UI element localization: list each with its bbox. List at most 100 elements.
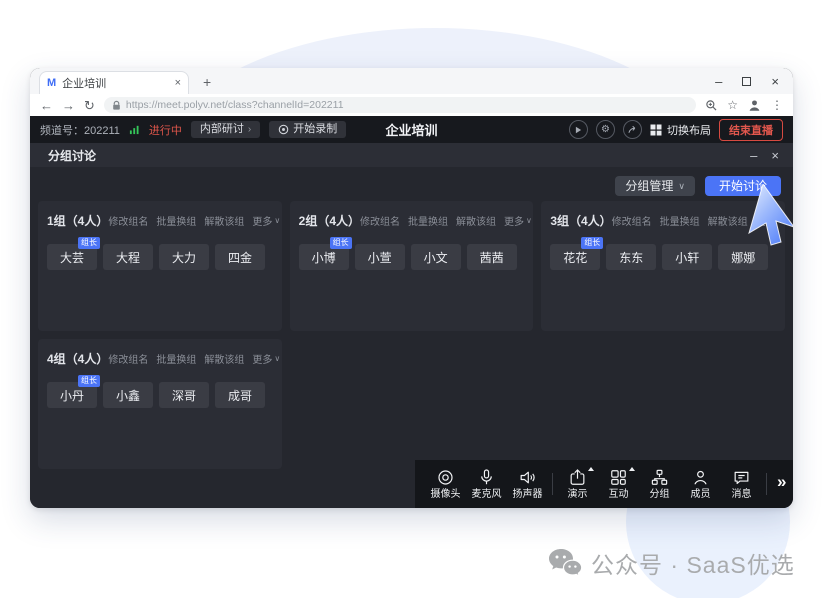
- message-button[interactable]: 消息: [721, 468, 762, 500]
- channel-number: 频道号：202211: [40, 122, 120, 138]
- member-chip[interactable]: 大力: [159, 244, 209, 270]
- member-chip[interactable]: 小鑫: [103, 382, 153, 408]
- leader-badge: 组长: [581, 237, 603, 249]
- disband-group-link[interactable]: 解散该组: [204, 213, 244, 228]
- chevron-down-icon: ∨: [678, 182, 685, 191]
- member-chip[interactable]: 小博组长: [299, 244, 349, 270]
- rename-group-link[interactable]: 修改组名: [108, 351, 148, 366]
- discussion-mode-button[interactable]: 内部研讨›: [191, 121, 260, 138]
- toolbar-divider: [552, 473, 553, 495]
- camera-button[interactable]: 摄像头: [425, 468, 466, 500]
- member-chip[interactable]: 大芸组长: [47, 244, 97, 270]
- interaction-button[interactable]: 互动: [598, 468, 639, 500]
- window-controls: – ×: [715, 74, 779, 89]
- present-icon: [568, 468, 587, 487]
- batch-move-link[interactable]: 批量换组: [660, 213, 700, 228]
- chevron-down-icon: ∨: [274, 216, 280, 225]
- group-manage-button[interactable]: 分组管理∨: [615, 176, 695, 196]
- disband-group-link[interactable]: 解散该组: [204, 351, 244, 366]
- batch-move-link[interactable]: 批量换组: [156, 213, 196, 228]
- member-chip[interactable]: 小萱: [355, 244, 405, 270]
- layout-grid-icon: [650, 124, 662, 136]
- bookmark-star-icon[interactable]: ☆: [727, 98, 738, 112]
- watermark: 公众号 · SaaS优选: [548, 546, 795, 580]
- watermark-text: 公众号 · SaaS优选: [591, 546, 795, 580]
- switch-layout-button[interactable]: 切换布局: [650, 122, 711, 138]
- site-favicon-icon: M: [47, 77, 56, 89]
- rename-group-link[interactable]: 修改组名: [108, 213, 148, 228]
- member-chip[interactable]: 小文: [411, 244, 461, 270]
- speaker-button[interactable]: 扬声器: [507, 468, 548, 500]
- batch-move-link[interactable]: 批量换组: [408, 213, 448, 228]
- member-chip[interactable]: 成哥: [215, 382, 265, 408]
- microphone-button[interactable]: 麦克风: [466, 468, 507, 500]
- reload-icon[interactable]: ↻: [84, 99, 95, 112]
- batch-move-link[interactable]: 批量换组: [156, 351, 196, 366]
- browser-menu-icon[interactable]: ⋮: [771, 98, 783, 112]
- wechat-icon: [548, 548, 582, 578]
- more-link[interactable]: 更多∨: [504, 213, 532, 228]
- disband-group-link[interactable]: 解散该组: [708, 213, 748, 228]
- group-name: 2组（4人）: [299, 212, 360, 229]
- record-icon: [278, 124, 289, 135]
- window-minimize-button[interactable]: –: [715, 74, 722, 89]
- maximize-icon: [742, 77, 751, 86]
- more-link[interactable]: 更多∨: [252, 213, 280, 228]
- tab-title: 企业培训: [62, 75, 168, 91]
- more-link[interactable]: 更多∨: [252, 351, 280, 366]
- members-icon: [691, 468, 710, 487]
- member-chip[interactable]: 深哥: [159, 382, 209, 408]
- breakout-group-button[interactable]: 分组: [639, 468, 680, 500]
- toolbar-divider: [766, 473, 767, 495]
- meeting-toolbar: 摄像头 麦克风 扬声器: [415, 460, 793, 508]
- panel-minimize-icon[interactable]: –: [750, 149, 757, 162]
- member-chip[interactable]: 小丹组长: [47, 382, 97, 408]
- chevron-down-icon: ∨: [526, 216, 532, 225]
- playback-icon[interactable]: [569, 120, 588, 139]
- tab-close-icon[interactable]: ×: [175, 77, 181, 89]
- settings-gear-icon[interactable]: ⚙: [596, 120, 615, 139]
- leader-badge: 组长: [78, 237, 100, 249]
- browser-address-bar: ← → ↻ https://meet.polyv.net/class?chann…: [30, 94, 793, 116]
- mouse-cursor-icon: [748, 184, 793, 248]
- profile-avatar-icon[interactable]: [747, 98, 762, 113]
- member-chip[interactable]: 东东: [606, 244, 656, 270]
- live-status-text: 进行中: [149, 122, 182, 138]
- camera-icon: [436, 468, 455, 487]
- chevron-down-icon: ∨: [274, 354, 280, 363]
- forward-icon[interactable]: →: [62, 99, 75, 112]
- rename-group-link[interactable]: 修改组名: [360, 213, 400, 228]
- panel-window-controls: – ×: [750, 149, 779, 162]
- zoom-icon[interactable]: [705, 99, 718, 112]
- member-chip[interactable]: 茜茜: [467, 244, 517, 270]
- browser-tab-strip: M 企业培训 × + – ×: [30, 68, 793, 94]
- new-tab-button[interactable]: +: [203, 74, 211, 90]
- member-chip[interactable]: 花花组长: [550, 244, 600, 270]
- members-button[interactable]: 成员: [680, 468, 721, 500]
- url-bar[interactable]: https://meet.polyv.net/class?channelId=2…: [104, 97, 696, 113]
- group-card-1: 1组（4人） 修改组名 批量换组 解散该组 更多∨ 大芸组长 大程 大力 四金: [38, 201, 282, 331]
- disband-group-link[interactable]: 解散该组: [456, 213, 496, 228]
- top-bar-actions: ⚙ 切换布局 结束直播: [569, 119, 783, 141]
- rename-group-link[interactable]: 修改组名: [612, 213, 652, 228]
- meeting-top-bar: 频道号：202211 进行中 内部研讨› 开始录制 企业培训 ⚙: [30, 116, 793, 143]
- member-chip[interactable]: 大程: [103, 244, 153, 270]
- panel-close-icon[interactable]: ×: [771, 149, 779, 162]
- back-icon[interactable]: ←: [40, 99, 53, 112]
- page-background: M 企业培训 × + – × ← → ↻ https://meet.polyv.…: [0, 0, 822, 598]
- breakout-group-icon: [650, 468, 669, 487]
- breakout-panel-header: 分组讨论 – ×: [30, 143, 793, 167]
- browser-tab[interactable]: M 企业培训 ×: [39, 71, 189, 94]
- toolbar-expand-icon[interactable]: »: [777, 472, 786, 492]
- share-icon[interactable]: [623, 120, 642, 139]
- signal-icon: [129, 124, 140, 135]
- start-record-button[interactable]: 开始录制: [269, 121, 346, 138]
- window-maximize-button[interactable]: [742, 74, 751, 89]
- member-chip[interactable]: 小轩: [662, 244, 712, 270]
- window-close-button[interactable]: ×: [771, 74, 779, 89]
- submenu-arrow-icon: [629, 467, 635, 471]
- present-button[interactable]: 演示: [557, 468, 598, 500]
- end-live-button[interactable]: 结束直播: [719, 119, 783, 141]
- breakout-panel-body: 分组管理∨ 开始讨论 1组（4人） 修改组名 批量换组 解散该组 更多∨: [30, 167, 793, 508]
- member-chip[interactable]: 四金: [215, 244, 265, 270]
